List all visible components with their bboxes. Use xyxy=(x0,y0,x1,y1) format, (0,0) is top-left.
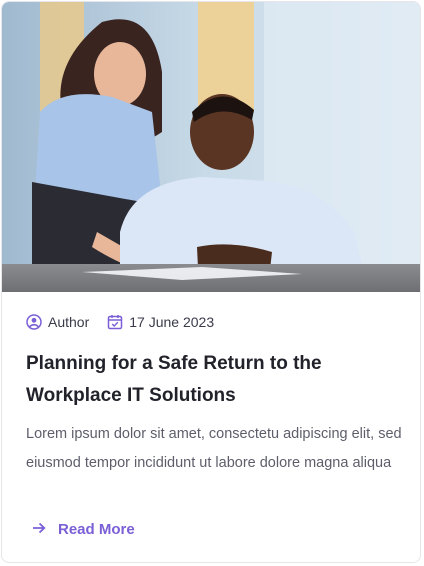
post-thumbnail-image[interactable] xyxy=(2,2,420,292)
post-meta: Author 17 June 2023 xyxy=(26,314,214,330)
read-more-label[interactable]: Read More xyxy=(58,521,135,538)
post-excerpt: Lorem ipsum dolor sit amet, consectetu a… xyxy=(26,426,402,471)
date-text: 17 June 2023 xyxy=(129,314,215,330)
post-title[interactable]: Planning for a Safe Return to the Workpl… xyxy=(26,348,406,412)
post-date: 17 June 2023 xyxy=(107,314,214,330)
blog-card: Author 17 June 2023 Planning for a Safe … xyxy=(1,1,421,563)
post-author[interactable]: Author xyxy=(26,314,89,330)
arrow-right-icon xyxy=(32,521,46,538)
calendar-check-icon xyxy=(107,314,123,330)
author-name[interactable]: Author xyxy=(48,314,89,330)
read-more-link[interactable]: Read More xyxy=(32,521,135,538)
user-circle-icon xyxy=(26,314,42,330)
